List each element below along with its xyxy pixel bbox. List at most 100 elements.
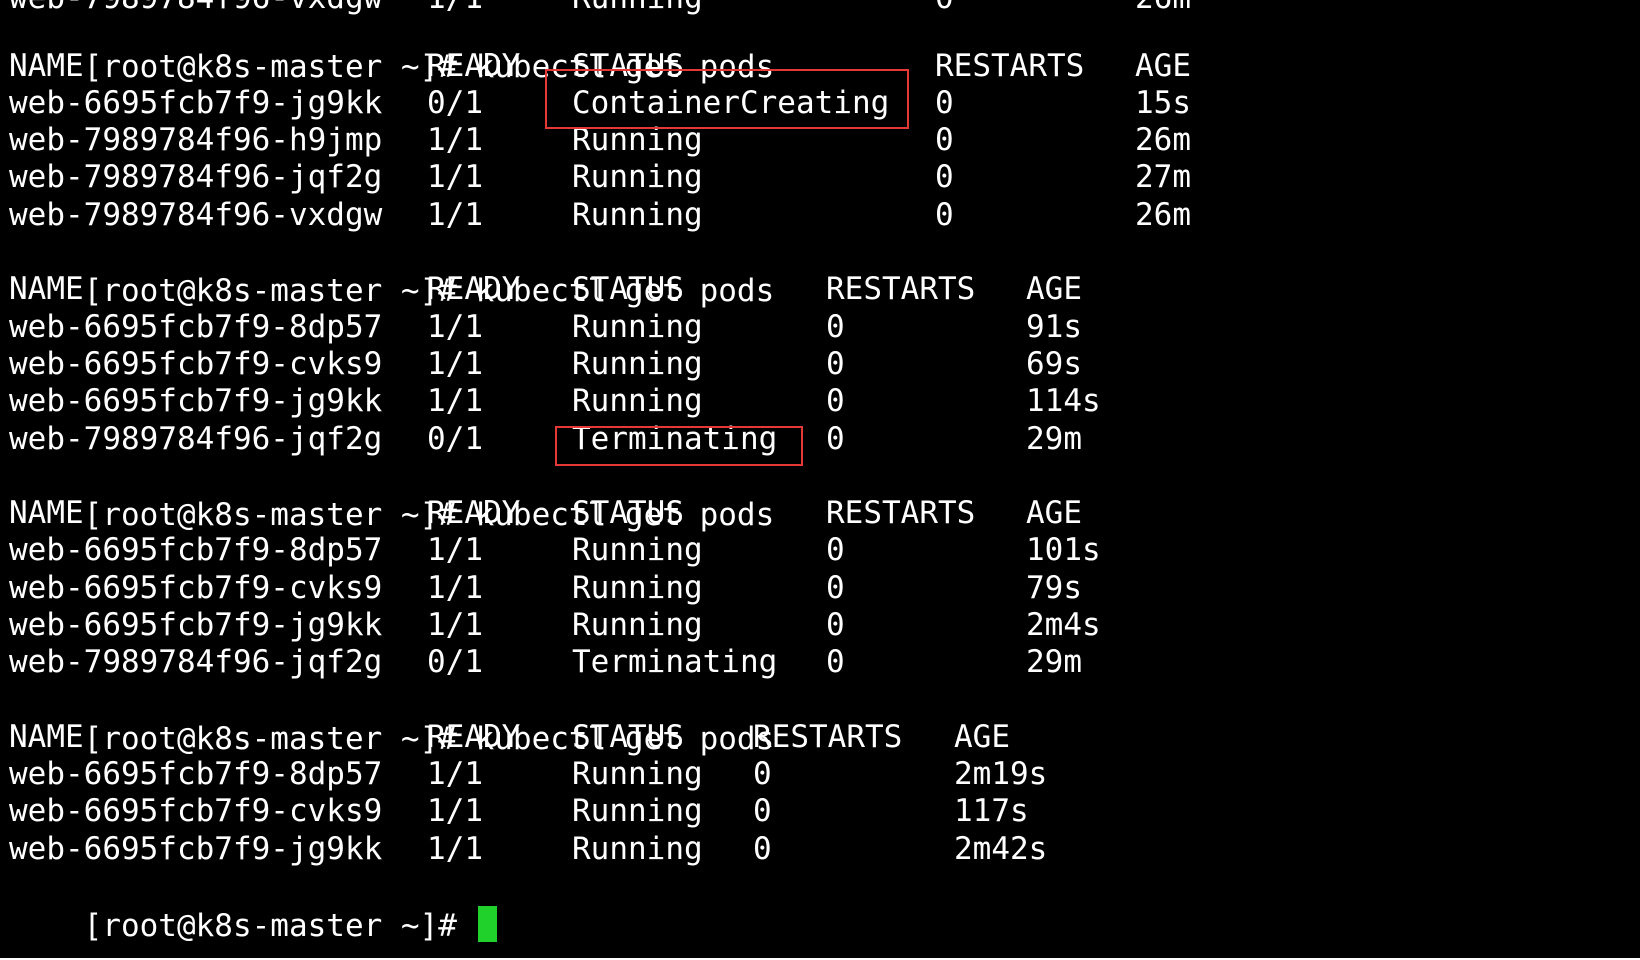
pod-restarts: 0 bbox=[935, 122, 954, 158]
pod-status: Running bbox=[572, 607, 703, 643]
pod-status: Running bbox=[572, 159, 703, 195]
pod-age: 2m4s bbox=[1026, 607, 1101, 643]
pod-ready: 0/1 bbox=[427, 421, 483, 457]
pod-name: web-6695fcb7f9-8dp57 bbox=[9, 756, 383, 792]
shell-prompt: [root@k8s-master ~]# bbox=[83, 497, 457, 533]
table-row: web-6695fcb7f9-jg9kk 1/1 Running 0 2m4s bbox=[9, 606, 1101, 645]
header-status: STATUS bbox=[572, 719, 684, 755]
pod-name: web-7989784f96-vxdgw bbox=[9, 197, 383, 233]
table-row: web-6695fcb7f9-8dp57 1/1 Running 0 101s bbox=[9, 531, 1101, 570]
header-name: NAME bbox=[9, 271, 84, 307]
header-status: STATUS bbox=[572, 495, 684, 531]
pod-restarts: 0 bbox=[935, 159, 954, 195]
table-row: web-6695fcb7f9-8dp57 1/1 Running 0 91s bbox=[9, 308, 1082, 347]
table-row: web-6695fcb7f9-jg9kk 0/1 ContainerCreati… bbox=[9, 84, 1191, 123]
pod-status: Running bbox=[572, 309, 703, 345]
table-row: web-7989784f96-h9jmp 1/1 Running 0 26m bbox=[9, 121, 1191, 160]
pod-age: 26m bbox=[1135, 197, 1191, 233]
pod-restarts: 0 bbox=[826, 383, 845, 419]
header-restarts: RESTARTS bbox=[935, 48, 1085, 84]
pod-restarts: 0 bbox=[753, 831, 772, 867]
highlight-box-containercreating bbox=[545, 69, 909, 129]
pod-name: web-6695fcb7f9-cvks9 bbox=[9, 570, 383, 606]
pod-name: web-6695fcb7f9-jg9kk bbox=[9, 383, 383, 419]
pod-name: web-7989784f96-h9jmp bbox=[9, 122, 383, 158]
pod-name: web-7989784f96-jqf2g bbox=[9, 644, 383, 680]
shell-prompt: [root@k8s-master ~]# bbox=[83, 273, 457, 309]
table-row: web-6695fcb7f9-cvks9 1/1 Running 0 117s bbox=[9, 792, 1029, 831]
pod-name: web-6695fcb7f9-jg9kk bbox=[9, 85, 383, 121]
pod-restarts: 0 bbox=[753, 793, 772, 829]
header-restarts: RESTARTS bbox=[826, 495, 976, 531]
shell-prompt: [root@k8s-master ~]# bbox=[83, 721, 457, 757]
header-age: AGE bbox=[1026, 271, 1082, 307]
pod-status: Running bbox=[572, 756, 703, 792]
pod-age: 101s bbox=[1026, 532, 1101, 568]
header-age: AGE bbox=[1135, 48, 1191, 84]
table-header: NAME READY STATUS RESTARTS AGE bbox=[9, 718, 1010, 757]
pod-ready: 1/1 bbox=[427, 346, 483, 382]
pod-ready: 0/1 bbox=[427, 644, 483, 680]
pod-name: web-6695fcb7f9-8dp57 bbox=[9, 532, 383, 568]
pod-age: 114s bbox=[1026, 383, 1101, 419]
pod-ready: 1/1 bbox=[427, 197, 483, 233]
pod-restarts: 0 bbox=[826, 644, 845, 680]
table-header: NAME READY STATUS RESTARTS AGE bbox=[9, 47, 1191, 86]
table-row: web-6695fcb7f9-jg9kk 1/1 Running 0 2m42s bbox=[9, 830, 1047, 869]
pod-ready: 1/1 bbox=[427, 159, 483, 195]
pod-restarts: 0 bbox=[826, 607, 845, 643]
pod-ready: 1/1 bbox=[427, 756, 483, 792]
header-age: AGE bbox=[1026, 495, 1082, 531]
pod-age: 2m19s bbox=[954, 756, 1048, 792]
header-restarts: RESTARTS bbox=[753, 719, 903, 755]
pod-restarts: 0 bbox=[826, 346, 845, 382]
pod-restarts: 0 bbox=[935, 85, 954, 121]
terminal-window[interactable]: web-7989784f96-vxdgw 1/1 Running 0 26m [… bbox=[0, 0, 1640, 958]
highlight-box-terminating bbox=[555, 426, 803, 466]
table-row: web-7989784f96-vxdgw 1/1 Running 0 26m bbox=[9, 196, 1191, 235]
pod-age: 79s bbox=[1026, 570, 1082, 606]
pod-status: Running bbox=[572, 197, 703, 233]
pod-restarts: 0 bbox=[935, 0, 954, 18]
pod-ready: 1/1 bbox=[427, 607, 483, 643]
pod-restarts: 0 bbox=[935, 197, 954, 233]
table-row: web-7989784f96-jqf2g 1/1 Running 0 27m bbox=[9, 158, 1191, 197]
table-header: NAME READY STATUS RESTARTS AGE bbox=[9, 494, 1082, 533]
header-name: NAME bbox=[9, 48, 84, 84]
header-ready: READY bbox=[427, 495, 521, 531]
header-name: NAME bbox=[9, 719, 84, 755]
pod-status: Running bbox=[572, 346, 703, 382]
shell-prompt: [root@k8s-master ~]# bbox=[83, 49, 457, 85]
table-row: web-6695fcb7f9-8dp57 1/1 Running 0 2m19s bbox=[9, 755, 1047, 794]
shell-prompt: [root@k8s-master ~]# bbox=[83, 908, 457, 944]
pod-name: web-7989784f96-jqf2g bbox=[9, 159, 383, 195]
pod-age: 15s bbox=[1135, 85, 1191, 121]
header-ready: READY bbox=[427, 719, 521, 755]
pod-name: web-6695fcb7f9-8dp57 bbox=[9, 309, 383, 345]
pod-age: 69s bbox=[1026, 346, 1082, 382]
active-command-line[interactable]: [root@k8s-master ~]# bbox=[9, 867, 497, 944]
pod-ready: 1/1 bbox=[427, 532, 483, 568]
pod-age: 26m bbox=[1135, 122, 1191, 158]
pod-restarts: 0 bbox=[826, 421, 845, 457]
command-line: [root@k8s-master ~]# kubectl get pods bbox=[9, 681, 775, 757]
pod-status: Running bbox=[572, 532, 703, 568]
header-ready: READY bbox=[427, 271, 521, 307]
pod-ready: 1/1 bbox=[427, 831, 483, 867]
pod-age: 26m bbox=[1135, 0, 1191, 18]
text-cursor bbox=[477, 906, 497, 942]
pod-ready: 1/1 bbox=[427, 570, 483, 606]
pod-ready: 1/1 bbox=[427, 383, 483, 419]
pod-restarts: 0 bbox=[826, 570, 845, 606]
pod-status: Running bbox=[572, 831, 703, 867]
pod-ready: 0/1 bbox=[427, 85, 483, 121]
table-row: web-6695fcb7f9-cvks9 1/1 Running 0 69s bbox=[9, 345, 1082, 384]
table-row: web-7989784f96-jqf2g 0/1 Terminating 0 2… bbox=[9, 420, 1082, 459]
pod-age: 29m bbox=[1026, 644, 1082, 680]
pod-status: Running bbox=[572, 793, 703, 829]
pod-name: web-7989784f96-jqf2g bbox=[9, 421, 383, 457]
command-line: [root@k8s-master ~]# kubectl get pods bbox=[9, 9, 775, 85]
pod-status: Running bbox=[572, 383, 703, 419]
table-row: web-7989784f96-jqf2g 0/1 Terminating 0 2… bbox=[9, 643, 1082, 682]
pod-name: web-6695fcb7f9-jg9kk bbox=[9, 607, 383, 643]
